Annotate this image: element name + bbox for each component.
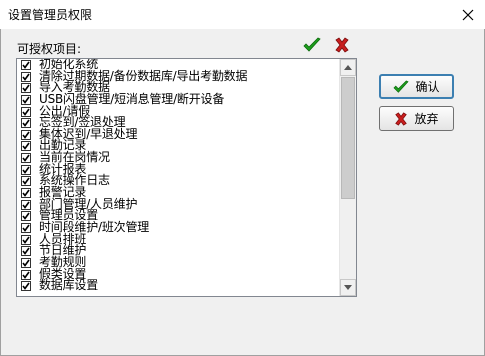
confirm-button[interactable]: 确认 xyxy=(379,74,454,99)
green-check-icon xyxy=(303,37,321,52)
permission-checkbox[interactable] xyxy=(21,176,31,187)
chevron-up-icon xyxy=(344,65,352,70)
permission-checkbox[interactable] xyxy=(21,83,31,94)
permission-checkbox[interactable] xyxy=(21,118,31,129)
checkmark-icon xyxy=(22,189,30,197)
checkmark-icon xyxy=(22,84,30,93)
window-title: 设置管理员权限 xyxy=(8,8,93,22)
permission-list[interactable]: 初始化系统 清除过期数据/备份数据库/导出考勤数据 导入考勤数据 USB闪盘管理/短消… xyxy=(16,58,357,297)
checkmark-icon xyxy=(22,166,30,174)
permission-checkbox[interactable] xyxy=(21,106,31,117)
chevron-down-icon xyxy=(344,285,352,290)
close-button[interactable] xyxy=(451,0,485,29)
permission-checkbox[interactable] xyxy=(21,246,31,257)
scroll-thumb[interactable] xyxy=(341,77,355,199)
permission-checkbox[interactable] xyxy=(21,269,31,280)
checkmark-icon xyxy=(22,61,30,69)
checkmark-icon xyxy=(22,212,30,221)
checkmark-icon xyxy=(22,201,30,209)
checkmark-icon xyxy=(22,224,30,232)
confirm-button-label: 确认 xyxy=(415,80,440,94)
checkmark-icon xyxy=(22,247,30,256)
checkmark-icon xyxy=(22,282,30,290)
checkmark-icon xyxy=(22,236,30,244)
permission-item[interactable]: 数据库设置 xyxy=(17,278,339,293)
cancel-button[interactable]: 放弃 xyxy=(379,106,454,131)
checkmark-icon xyxy=(22,73,30,81)
permission-checkbox[interactable] xyxy=(21,188,31,199)
scroll-down-button[interactable] xyxy=(340,279,356,296)
checkmark-icon xyxy=(22,177,30,186)
checkmark-icon xyxy=(22,119,30,128)
permission-checkbox[interactable] xyxy=(21,199,31,210)
permission-checkbox[interactable] xyxy=(21,257,31,268)
scroll-up-button[interactable] xyxy=(340,59,356,76)
permission-checkbox[interactable] xyxy=(21,141,31,152)
checkmark-icon xyxy=(22,108,30,116)
permission-checkbox[interactable] xyxy=(21,234,31,245)
select-all-button[interactable] xyxy=(303,36,321,54)
permission-checkbox[interactable] xyxy=(21,94,31,105)
permission-checkbox[interactable] xyxy=(21,71,31,82)
checkmark-icon xyxy=(22,131,30,139)
permission-checkbox[interactable] xyxy=(21,281,31,292)
red-cross-icon xyxy=(395,111,408,126)
checkmark-icon xyxy=(22,96,30,104)
permission-checkbox[interactable] xyxy=(21,60,31,70)
checkmark-icon xyxy=(22,143,30,151)
close-icon xyxy=(462,9,474,20)
window-border-left xyxy=(0,29,1,356)
authorizable-items-label: 可授权项目: xyxy=(17,42,82,56)
permission-checkbox[interactable] xyxy=(21,129,31,140)
cancel-button-label: 放弃 xyxy=(414,112,439,126)
permission-checkbox[interactable] xyxy=(21,164,31,175)
permission-list-items: 初始化系统 清除过期数据/备份数据库/导出考勤数据 导入考勤数据 USB闪盘管理/短消… xyxy=(17,59,339,296)
title-bar: 设置管理员权限 xyxy=(0,0,485,29)
permission-checkbox[interactable] xyxy=(21,222,31,233)
checkmark-icon xyxy=(22,154,30,162)
checkmark-icon xyxy=(22,271,30,279)
permission-checkbox[interactable] xyxy=(21,153,31,164)
green-check-icon xyxy=(393,79,410,93)
permission-checkbox[interactable] xyxy=(21,211,31,222)
vertical-scrollbar[interactable] xyxy=(339,59,356,296)
red-cross-icon xyxy=(335,37,349,53)
permission-label: 数据库设置 xyxy=(39,278,99,293)
checkmark-icon xyxy=(22,259,30,267)
clear-all-button[interactable] xyxy=(333,36,351,54)
